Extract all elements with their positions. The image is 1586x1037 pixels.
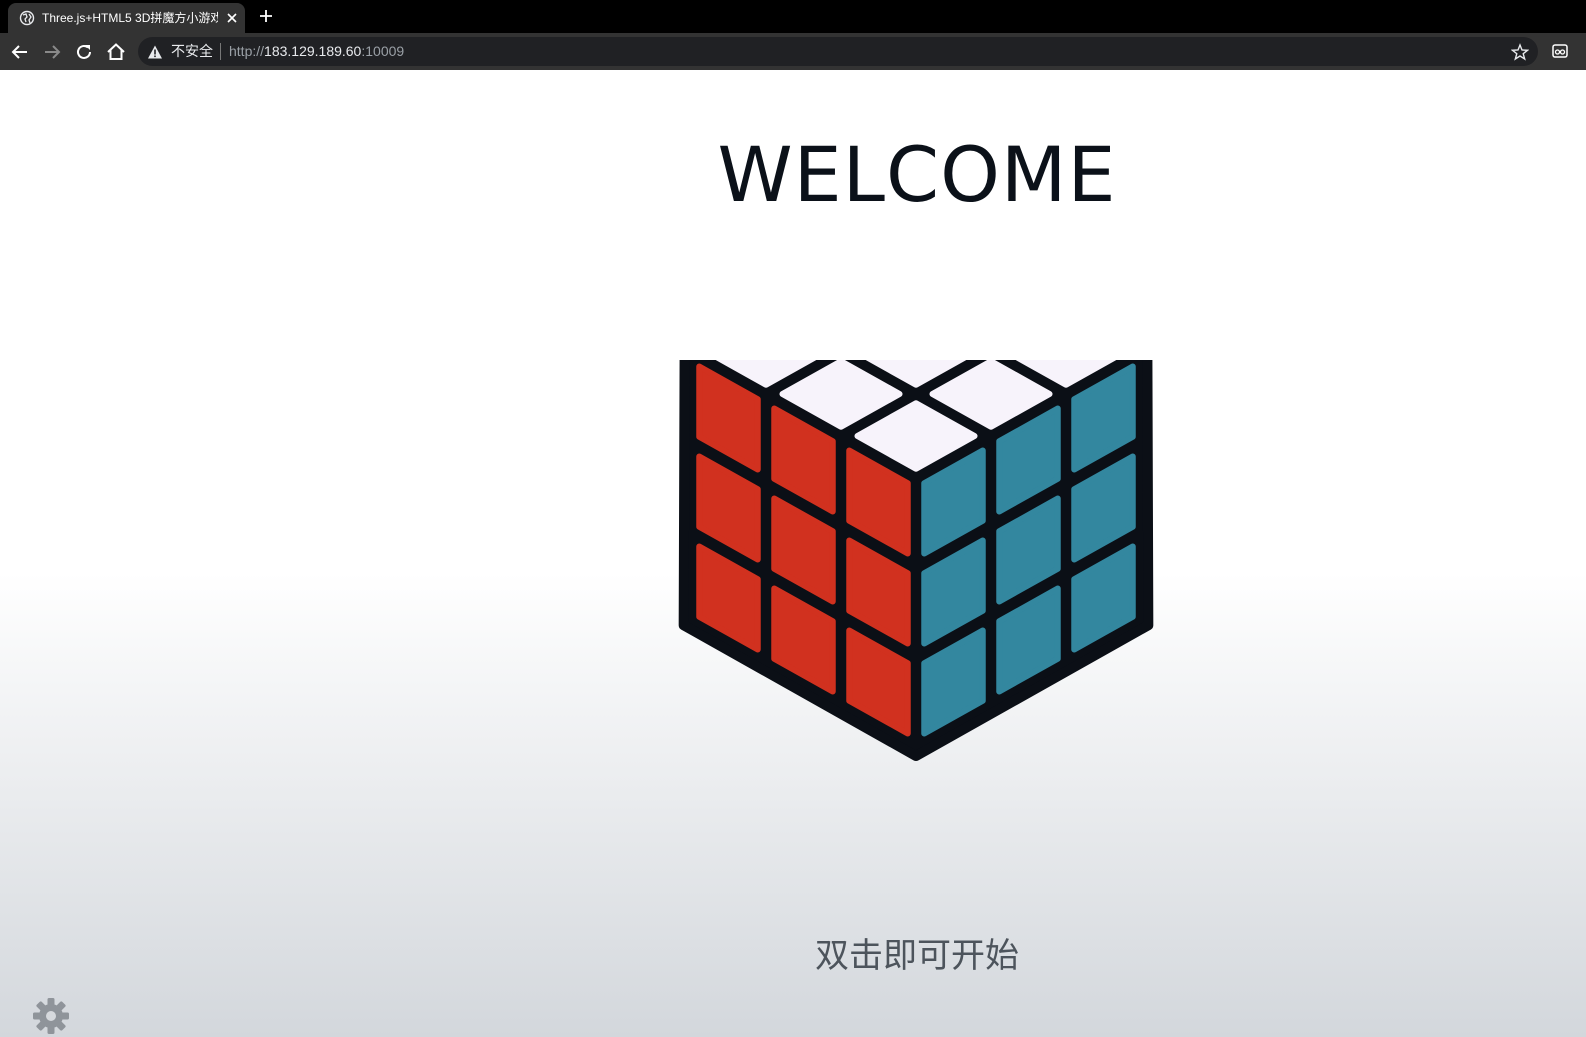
browser-tab-strip: Three.js+HTML5 3D拼魔方小游戏	[0, 0, 1586, 33]
rubiks-cube[interactable]	[676, 360, 1156, 885]
url-port: :10009	[361, 43, 405, 59]
home-icon[interactable]	[105, 41, 127, 63]
url-text[interactable]: http://183.129.189.60:10009	[229, 43, 404, 60]
star-icon[interactable]	[1511, 43, 1529, 61]
reload-icon[interactable]	[73, 41, 95, 63]
url-scheme: http://	[229, 43, 265, 59]
game-page: WELCOME 双击即可开始	[0, 70, 1586, 1037]
address-separator	[220, 43, 221, 60]
browser-toolbar: 不安全 http://183.129.189.60:10009	[0, 33, 1586, 70]
close-icon[interactable]	[222, 8, 242, 28]
extension-icon[interactable]	[1552, 43, 1568, 59]
browser-tab[interactable]: Three.js+HTML5 3D拼魔方小游戏	[8, 3, 245, 33]
gear-icon[interactable]	[31, 996, 71, 1036]
plus-icon[interactable]	[256, 6, 276, 26]
warning-icon	[148, 45, 162, 59]
url-host: 183.129.189.60	[264, 43, 362, 59]
security-label[interactable]: 不安全	[171, 43, 213, 60]
address-bar[interactable]: 不安全 http://183.129.189.60:10009	[138, 37, 1538, 66]
double-click-start-hint: 双击即可开始	[815, 936, 1019, 976]
arrow-left-icon[interactable]	[9, 41, 31, 63]
arrow-right-icon[interactable]	[41, 41, 63, 63]
tab-title: Three.js+HTML5 3D拼魔方小游戏	[42, 11, 218, 25]
welcome-title: WELCOME	[717, 130, 1117, 219]
globe-icon	[19, 10, 35, 26]
